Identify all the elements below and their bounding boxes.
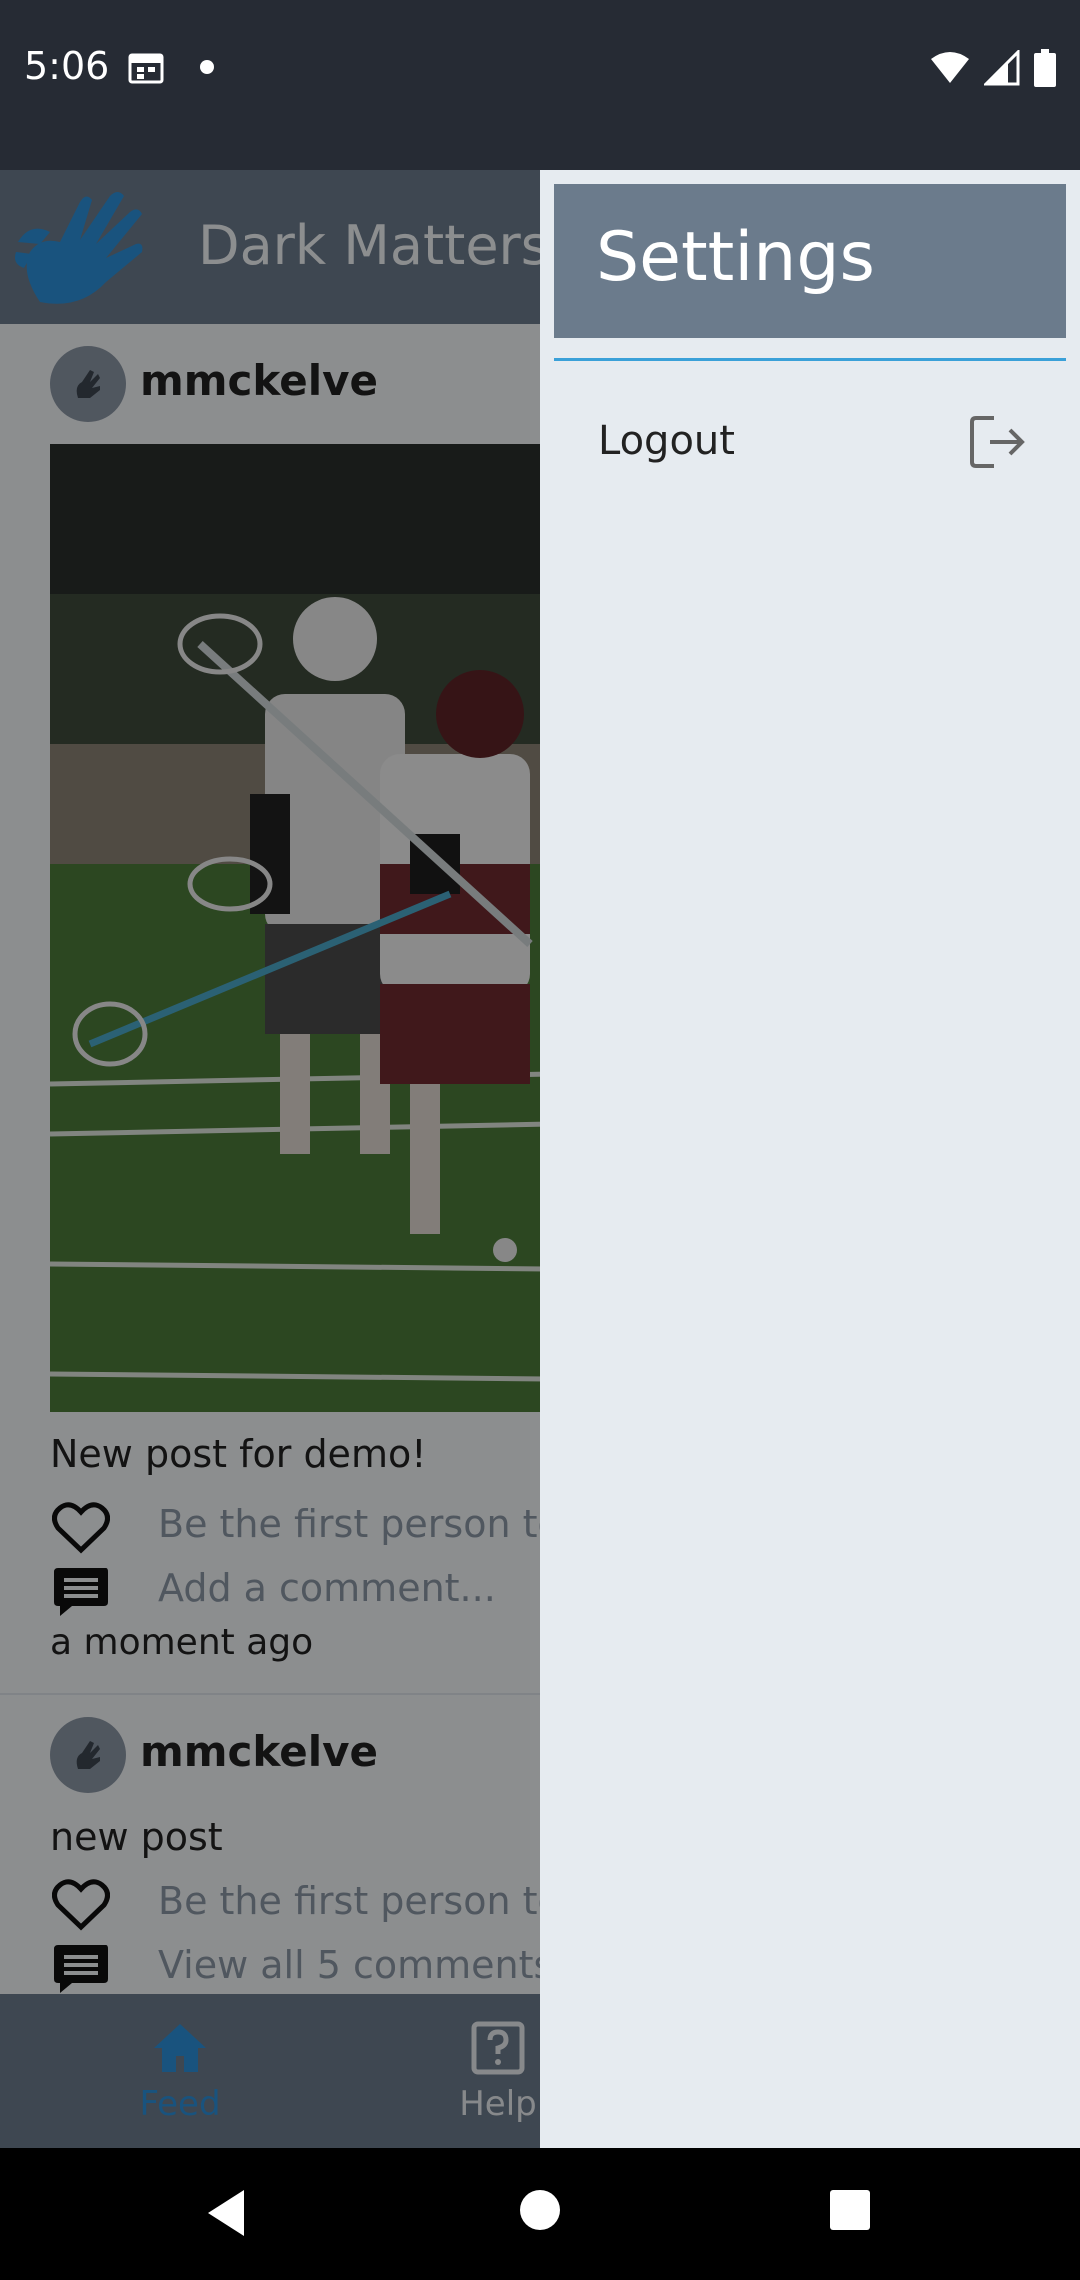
logout-button[interactable]: Logout [554,390,1066,490]
recents-icon[interactable] [828,2188,872,2232]
home-circle-icon[interactable] [518,2188,562,2232]
system-nav-bar [0,2148,1080,2280]
status-icons [930,48,1056,88]
back-icon[interactable] [204,2188,248,2238]
logout-label: Logout [598,418,735,464]
battery-icon [1034,49,1056,87]
drawer-divider [554,358,1066,361]
drawer-title: Settings [596,218,875,297]
status-bar: 5:06 [0,0,1080,170]
cell-signal-icon [984,50,1020,86]
notification-dot-icon [200,60,214,74]
calendar-icon [128,53,164,84]
status-time: 5:06 [24,44,110,88]
logout-icon [970,416,1025,468]
wifi-icon [931,52,969,83]
drawer-header: Settings [554,184,1066,338]
settings-drawer: Settings Logout [540,170,1080,2148]
